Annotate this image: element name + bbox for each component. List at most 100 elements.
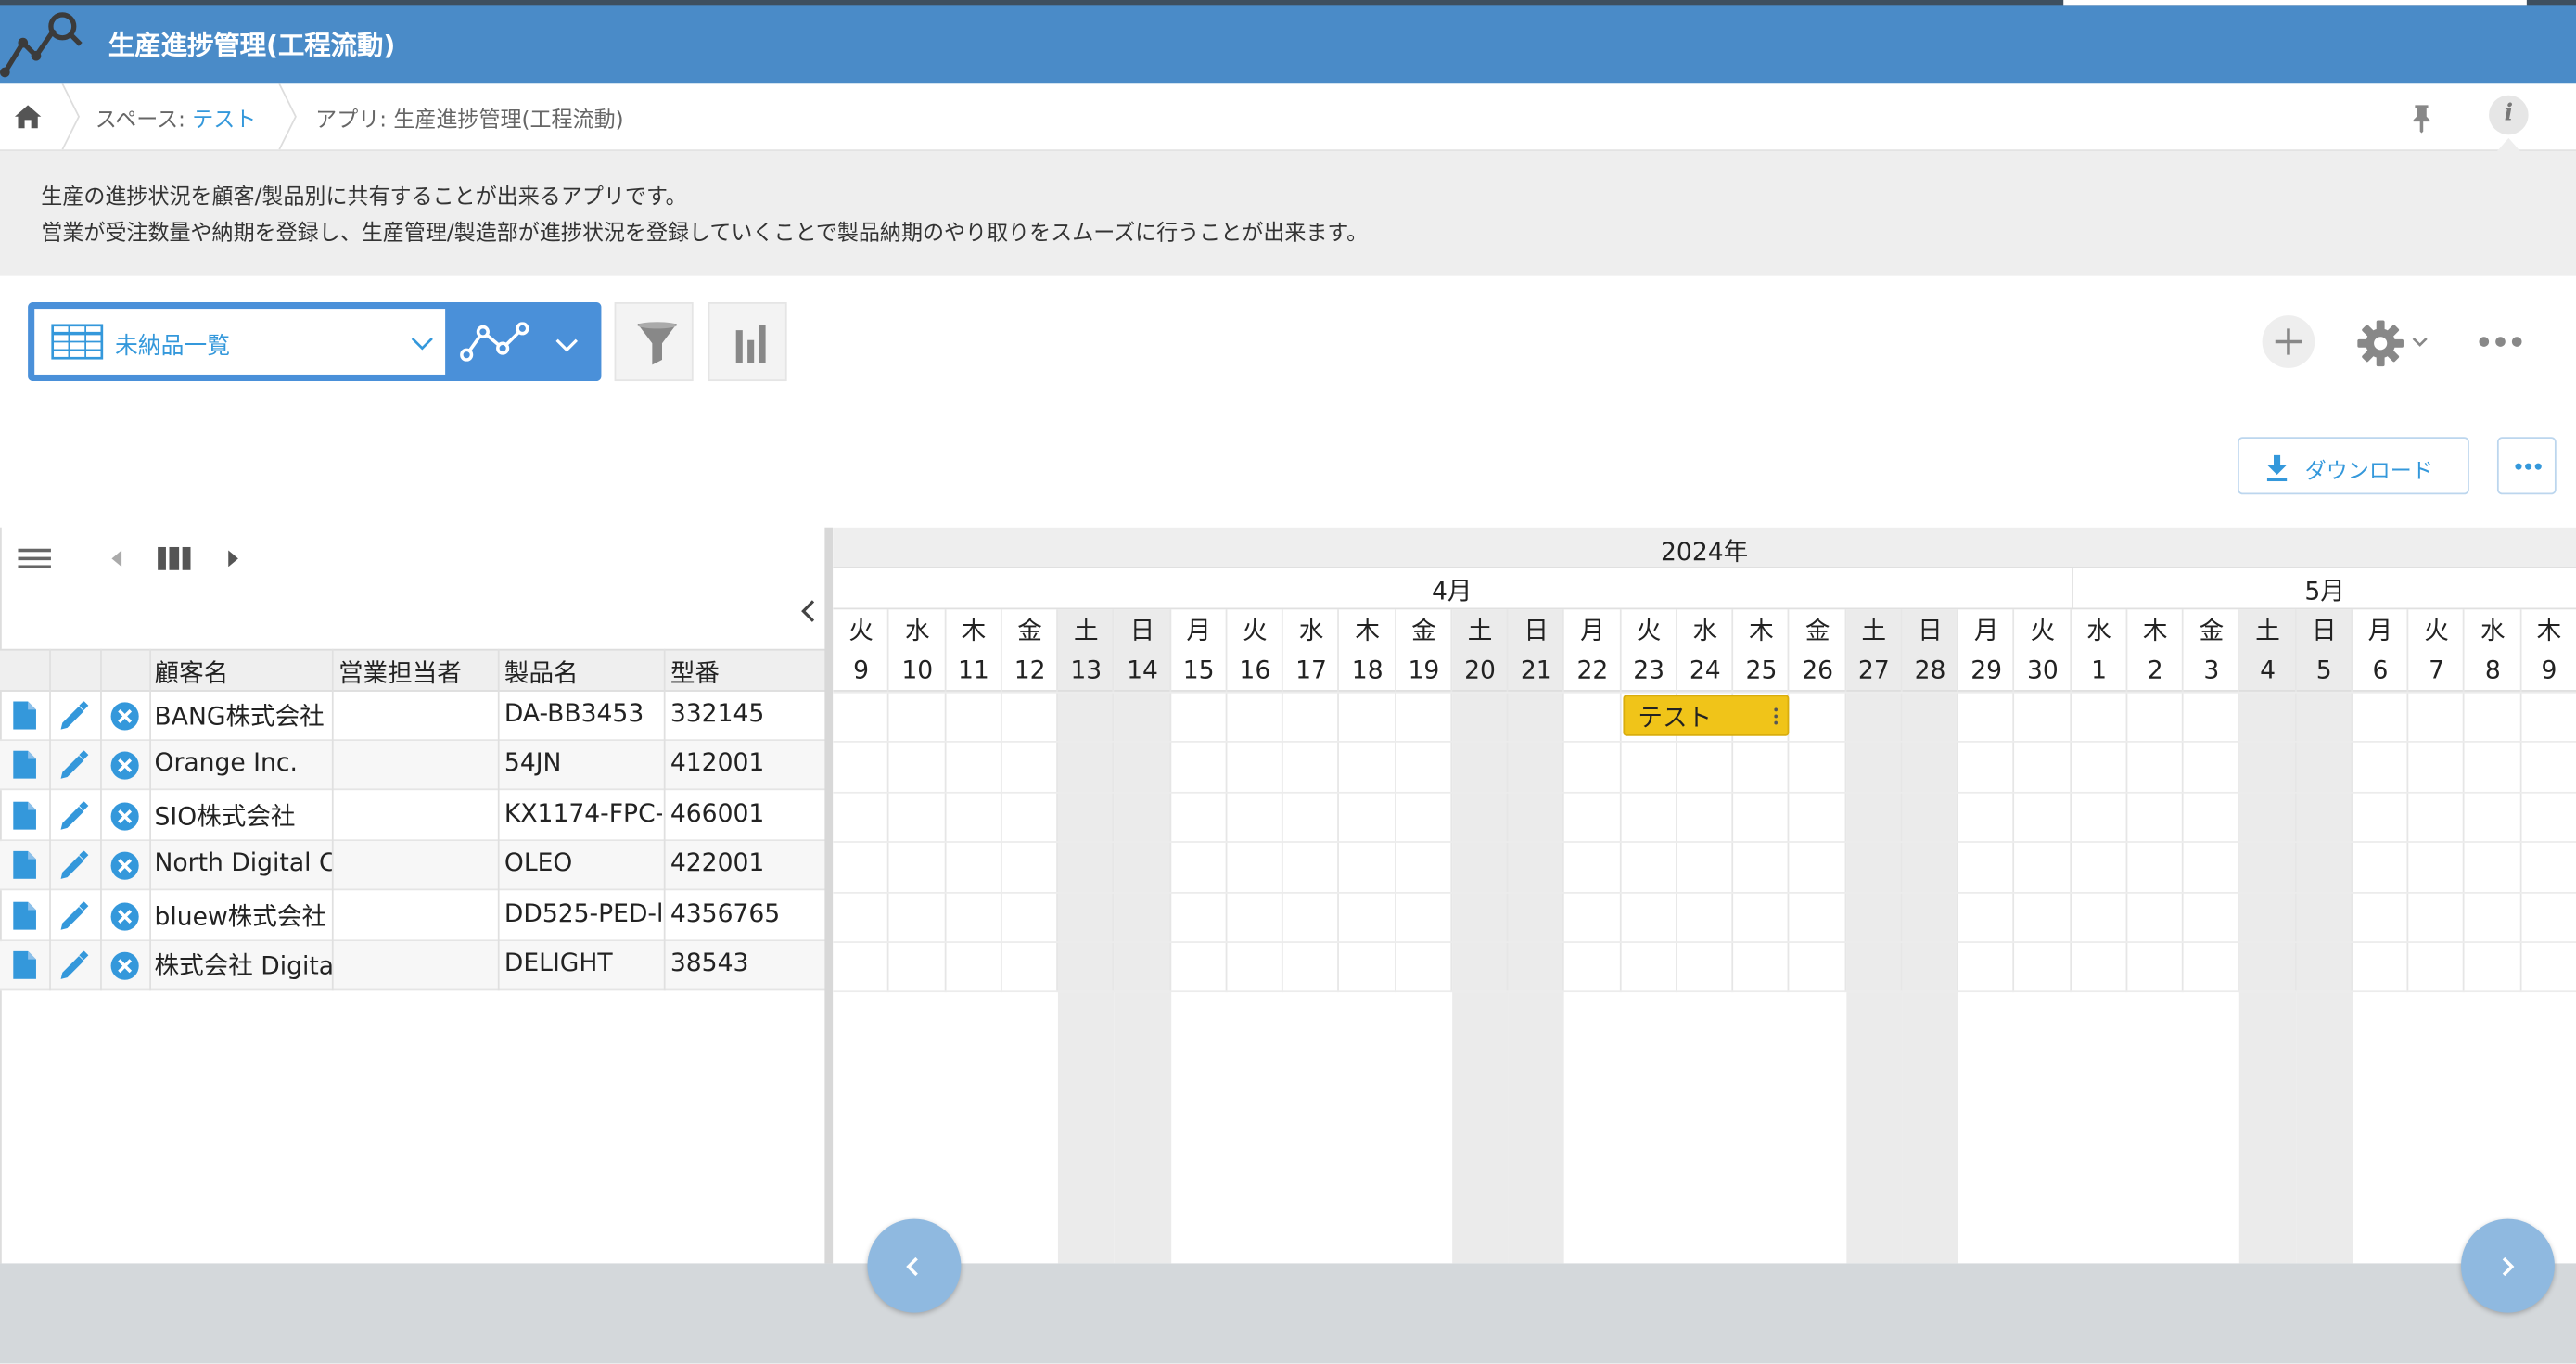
- info-icon[interactable]: i: [2489, 95, 2529, 135]
- day-label: 21: [1520, 655, 1552, 685]
- gantt-day-column: 火7: [2408, 609, 2465, 1263]
- gantt-day-column: 月 15: [1170, 609, 1228, 1263]
- table-row[interactable]: bluew株式会社 DD525-PED-l 4356765: [0, 891, 827, 941]
- table-view-icon: [51, 324, 104, 360]
- day-label: 12: [1014, 655, 1046, 685]
- view-selector[interactable]: 未納品一覧: [28, 301, 602, 382]
- weekday-label: 木: [2142, 616, 2168, 646]
- graph-icon[interactable]: [460, 322, 529, 362]
- weekday-label: 土: [1467, 616, 1493, 646]
- breadcrumb-space[interactable]: スペース: テスト: [96, 102, 257, 134]
- drag-handle-icon[interactable]: [1774, 706, 1778, 727]
- gantt-day-column: 日 14: [1114, 609, 1171, 1264]
- delete-icon[interactable]: [110, 751, 140, 781]
- gantt-day-column: 木 11: [945, 609, 1002, 1263]
- weekday-label: 火: [2424, 616, 2449, 646]
- cell-customer: bluew株式会社: [154, 900, 327, 931]
- weekday-label: 土: [2255, 616, 2280, 646]
- gantt-day-column: 木 18: [1339, 609, 1396, 1263]
- chevron-down-icon[interactable]: [2412, 335, 2429, 348]
- weekday-label: 月: [2367, 616, 2393, 646]
- edit-icon[interactable]: [59, 701, 89, 732]
- gantt-day-column: 金 26: [1789, 609, 1846, 1263]
- day-label: 11: [958, 655, 989, 685]
- download-label: ダウンロード: [2304, 460, 2433, 485]
- weekday-label: 月: [1580, 616, 1605, 646]
- edit-icon[interactable]: [59, 801, 89, 831]
- table-row[interactable]: BANG株式会社 DA-BB3453 332145: [0, 692, 827, 742]
- cell-product: OLEO: [504, 848, 573, 878]
- home-icon[interactable]: [13, 102, 43, 132]
- weekday-label: 水: [2480, 616, 2506, 646]
- scroll-right-icon[interactable]: [225, 549, 242, 568]
- download-icon: [2266, 454, 2288, 482]
- gantt-day-column: 火 16: [1227, 609, 1283, 1263]
- menu-icon[interactable]: [17, 545, 53, 571]
- edit-icon[interactable]: [59, 851, 89, 881]
- columns-icon[interactable]: [158, 545, 191, 571]
- column-header-sales[interactable]: 営業担当者: [338, 656, 462, 690]
- weekday-label: 火: [1636, 616, 1662, 646]
- gantt-month-header: 5月: [2071, 568, 2576, 610]
- gantt-day-column: 日5: [2295, 609, 2353, 1264]
- gear-icon[interactable]: [2356, 319, 2405, 368]
- delete-icon[interactable]: [110, 801, 140, 831]
- gantt-day-column: 水 10: [888, 609, 946, 1263]
- breadcrumb-app: アプリ: 生産進捗管理(工程流動): [315, 108, 624, 134]
- document-icon[interactable]: [13, 950, 36, 979]
- table-row[interactable]: Orange Inc. 54JN 412001: [0, 741, 827, 791]
- cell-product: DA-BB3453: [504, 697, 644, 728]
- edit-icon[interactable]: [59, 900, 89, 931]
- chevron-down-icon[interactable]: [555, 337, 579, 353]
- add-record-button[interactable]: [2262, 315, 2315, 368]
- weekday-label: 日: [1129, 616, 1155, 646]
- more-options-button[interactable]: [2496, 437, 2557, 495]
- more-icon[interactable]: [2478, 328, 2524, 354]
- breadcrumb-separator-icon: [278, 83, 297, 150]
- app-logo-icon[interactable]: [0, 6, 85, 79]
- weekday-label: 水: [1692, 616, 1718, 646]
- cell-customer: 株式会社 Digita: [154, 950, 332, 981]
- pane-splitter[interactable]: [824, 527, 834, 1264]
- info-pointer: [2496, 137, 2520, 151]
- prev-page-button[interactable]: [867, 1218, 962, 1313]
- document-icon[interactable]: [13, 900, 36, 930]
- weekday-label: 月: [1186, 616, 1211, 646]
- edit-icon[interactable]: [59, 751, 89, 781]
- table-row[interactable]: SIO株式会社 KX1174-FPC- 466001: [0, 792, 827, 841]
- weekday-label: 月: [1973, 616, 1999, 646]
- collapse-left-icon[interactable]: [798, 598, 818, 624]
- day-label: 10: [901, 655, 934, 685]
- more-icon: [2515, 463, 2542, 470]
- pin-icon[interactable]: [2408, 104, 2434, 134]
- chart-button[interactable]: [708, 301, 787, 382]
- weekday-label: 土: [1073, 616, 1099, 646]
- cell-model: 332145: [670, 697, 765, 728]
- document-icon[interactable]: [13, 851, 36, 880]
- table-row[interactable]: North Digital Co OLEO 422001: [0, 841, 827, 891]
- document-icon[interactable]: [13, 801, 36, 830]
- edit-icon[interactable]: [59, 950, 89, 981]
- cell-customer: North Digital Co: [154, 848, 332, 878]
- description-line-1: 生産の進捗状況を顧客/製品別に共有することが出来るアプリです。: [41, 185, 687, 210]
- delete-icon[interactable]: [110, 702, 140, 732]
- delete-icon[interactable]: [110, 901, 140, 931]
- column-header-product[interactable]: 製品名: [504, 656, 579, 690]
- gantt-row-line: [833, 891, 2576, 894]
- view-dropdown[interactable]: 未納品一覧: [34, 309, 446, 375]
- gantt-task-bar[interactable]: テスト: [1623, 695, 1790, 736]
- next-page-button[interactable]: [2460, 1218, 2555, 1313]
- delete-icon[interactable]: [110, 951, 140, 981]
- document-icon[interactable]: [13, 751, 36, 780]
- download-button[interactable]: ダウンロード: [2238, 437, 2469, 495]
- filter-button[interactable]: [614, 301, 694, 382]
- document-icon[interactable]: [13, 701, 36, 730]
- scroll-left-icon[interactable]: [108, 549, 125, 568]
- column-header-customer[interactable]: 顧客名: [155, 656, 229, 690]
- table-row[interactable]: 株式会社 Digita DELIGHT 38543: [0, 941, 827, 991]
- column-header-model[interactable]: 型番: [670, 656, 720, 690]
- table-header: 顧客名 営業担当者 製品名 型番: [0, 648, 827, 692]
- weekday-label: 木: [1355, 616, 1380, 646]
- delete-icon[interactable]: [110, 851, 140, 881]
- breadcrumb-space-link[interactable]: テスト: [192, 108, 256, 134]
